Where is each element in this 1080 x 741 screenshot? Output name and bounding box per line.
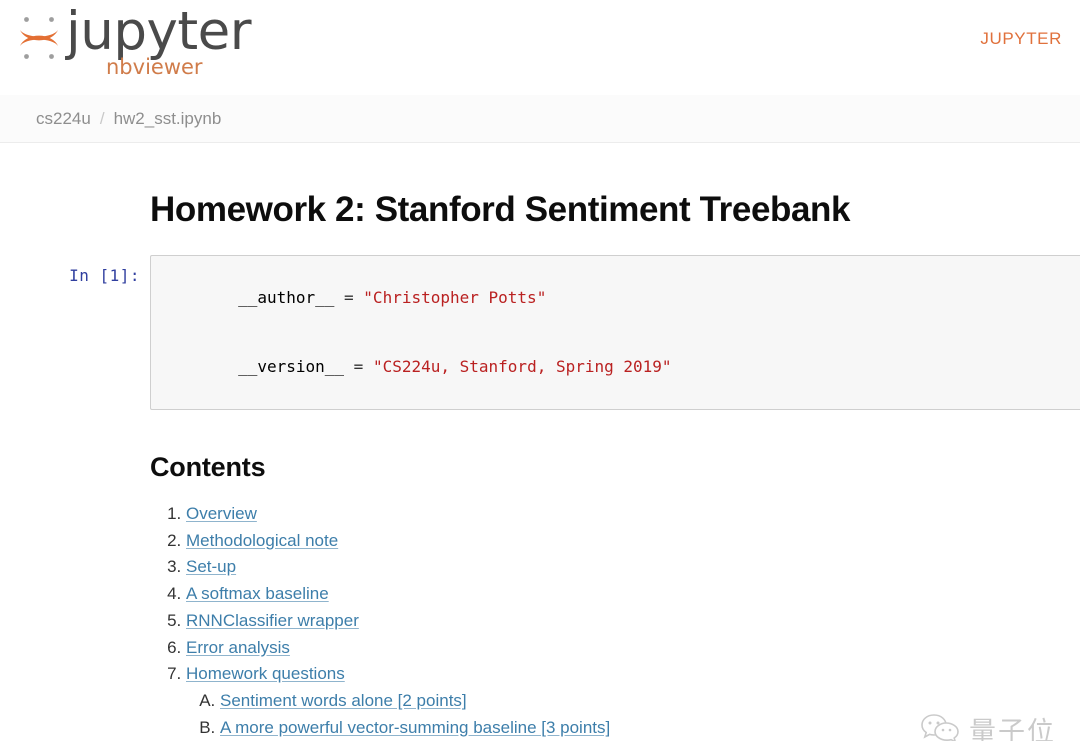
code-token-operator: = — [334, 288, 364, 307]
list-item: Set-up — [186, 554, 1080, 581]
list-item: Sentiment words alone [2 points] — [220, 688, 1080, 715]
site-header: jupyter nbviewer JUPYTER — [0, 0, 1080, 95]
code-cell[interactable]: In [1]: __author__ = "Christopher Potts"… — [0, 255, 1080, 410]
code-token-operator: = — [344, 357, 373, 376]
breadcrumb-item-current[interactable]: hw2_sst.ipynb — [114, 109, 222, 129]
breadcrumb: cs224u / hw2_sst.ipynb — [36, 109, 221, 129]
code-cell-input[interactable]: __author__ = "Christopher Potts" __versi… — [150, 255, 1080, 410]
list-item: Overview — [186, 501, 1080, 528]
code-cell-prompt: In [1]: — [69, 266, 140, 285]
code-token-string: "Christopher Potts" — [363, 288, 547, 307]
list-item: Methodological note — [186, 528, 1080, 555]
table-of-contents-sublist: Sentiment words alone [2 points] A more … — [186, 688, 1080, 741]
list-item: Homework questions Sentiment words alone… — [186, 661, 1080, 741]
list-item: A softmax baseline — [186, 581, 1080, 608]
breadcrumb-bar: cs224u / hw2_sst.ipynb — [0, 95, 1080, 143]
toc-link-softmax-baseline[interactable]: A softmax baseline — [186, 584, 329, 603]
jupyter-logo-icon — [20, 17, 58, 59]
toc-link-rnnclassifier-wrapper[interactable]: RNNClassifier wrapper — [186, 611, 359, 630]
toc-link-vector-summing-baseline[interactable]: A more powerful vector-summing baseline … — [220, 718, 610, 737]
list-item: RNNClassifier wrapper — [186, 608, 1080, 635]
toc-link-homework-questions[interactable]: Homework questions — [186, 664, 345, 683]
code-token-variable: __author__ — [238, 288, 335, 307]
brand-logo[interactable]: jupyter nbviewer — [16, 1, 252, 78]
notebook-body: Homework 2: Stanford Sentiment Treebank … — [0, 143, 1080, 741]
list-item: A more powerful vector-summing baseline … — [220, 715, 1080, 741]
toc-link-set-up[interactable]: Set-up — [186, 557, 236, 576]
page-title: Homework 2: Stanford Sentiment Treebank — [150, 190, 851, 229]
table-of-contents: Overview Methodological note Set-up A so… — [150, 501, 1080, 741]
code-line: __version__ = "CS224u, Stanford, Spring … — [161, 332, 1076, 401]
breadcrumb-separator: / — [99, 108, 105, 128]
code-token-variable: __version__ — [238, 357, 345, 376]
toc-link-methodological-note[interactable]: Methodological note — [186, 531, 338, 550]
list-item: Error analysis — [186, 635, 1080, 662]
code-token-string: "CS224u, Stanford, Spring 2019" — [372, 357, 672, 376]
code-line: __author__ = "Christopher Potts" — [161, 263, 1076, 332]
breadcrumb-item-root[interactable]: cs224u — [36, 109, 91, 129]
contents-heading: Contents — [150, 452, 266, 482]
toc-link-sentiment-words-alone[interactable]: Sentiment words alone [2 points] — [220, 691, 467, 710]
jupyter-header-link[interactable]: JUPYTER — [980, 29, 1062, 49]
toc-link-overview[interactable]: Overview — [186, 504, 257, 523]
toc-link-error-analysis[interactable]: Error analysis — [186, 638, 290, 657]
brand-name: jupyter — [66, 1, 252, 62]
